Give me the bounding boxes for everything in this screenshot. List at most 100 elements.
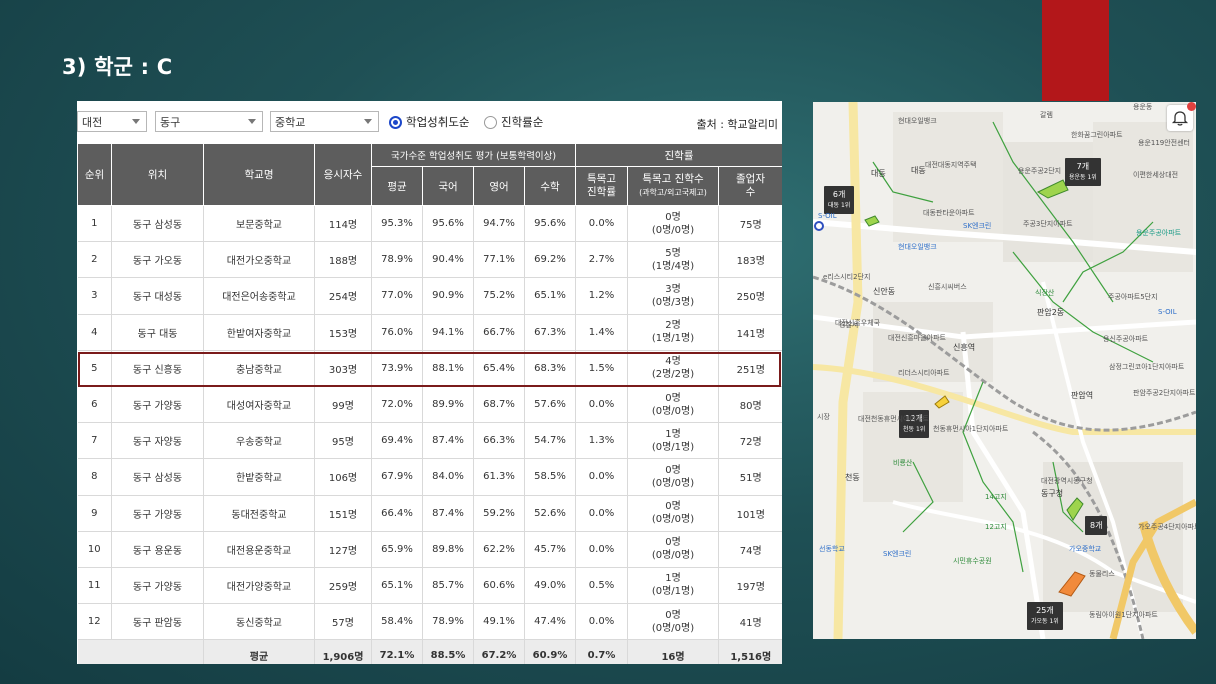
cell-korean: 95.6% bbox=[422, 205, 474, 243]
notification-bell-button[interactable] bbox=[1167, 102, 1196, 131]
cell-special-rate: 1.4% bbox=[575, 314, 628, 351]
cell-graduates: 51명 bbox=[718, 458, 782, 496]
map-badge-sub: 천동 1위 bbox=[903, 426, 926, 433]
cell-rank: 1 bbox=[77, 205, 112, 243]
header-graduates-line2: 수 bbox=[745, 186, 756, 198]
cell-korean: 87.4% bbox=[422, 422, 474, 460]
header-special-rate: 특목고 진학률 bbox=[575, 166, 628, 206]
cell-examinees: 95명 bbox=[314, 422, 372, 460]
radio-selected-icon bbox=[389, 115, 402, 129]
cell-math: 65.1% bbox=[524, 277, 576, 315]
cell-english: 60.6% bbox=[473, 567, 525, 605]
sort-radio-advance[interactable]: 진학률순 bbox=[484, 114, 543, 130]
map-label: 식장산 bbox=[1035, 289, 1055, 297]
cell-special-count: 5명 (1명/4명) bbox=[627, 241, 719, 279]
header-special-rate-line2: 진학률 bbox=[587, 186, 616, 198]
map-label: 현대오일뱅크 bbox=[898, 117, 937, 125]
cell-english: 75.2% bbox=[473, 277, 525, 315]
cell-english: 62.2% bbox=[473, 531, 525, 568]
filter-bar: 대전 동구 중학교 학업성취도순 진학률순 출처 : 학교알리미 bbox=[77, 101, 782, 141]
region-select[interactable]: 대전 bbox=[77, 111, 147, 132]
map-label: 대전광역시동구청 bbox=[1041, 477, 1093, 485]
cell-examinees: 153명 bbox=[314, 314, 372, 351]
cell-math: 69.2% bbox=[524, 241, 576, 279]
cell-rank: 2 bbox=[77, 241, 112, 279]
cell-korean: 94.1% bbox=[422, 314, 474, 351]
cell-examinees: 106명 bbox=[314, 458, 372, 496]
map-label: SK엔크린 bbox=[963, 222, 992, 230]
header-special-count-line2: (과학고/외고국제고) bbox=[639, 188, 707, 197]
chevron-down-icon bbox=[248, 119, 256, 124]
cell-examinees: 254명 bbox=[314, 277, 372, 315]
cell-special-count: 0명 (0명/0명) bbox=[627, 205, 719, 243]
map-label: 용운동 bbox=[1133, 103, 1153, 111]
cell-location: 동구 가오동 bbox=[111, 241, 204, 279]
cell-location: 동구 삼성동 bbox=[111, 458, 204, 496]
header-avg: 평균 bbox=[371, 166, 423, 206]
sort-radio-achievement[interactable]: 학업성취도순 bbox=[389, 114, 469, 130]
special-detail: (0명/3명) bbox=[651, 296, 695, 308]
cell-special-count: 2명 (1명/1명) bbox=[627, 314, 719, 351]
cell-special-count: 1명 (0명/1명) bbox=[627, 567, 719, 605]
avg-cell-examinees: 1,906명 bbox=[314, 639, 372, 664]
cell-location: 동구 용운동 bbox=[111, 531, 204, 568]
cell-rank: 9 bbox=[77, 495, 112, 532]
cell-examinees: 114명 bbox=[314, 205, 372, 243]
cell-school: 한밭중학교 bbox=[203, 458, 315, 496]
special-detail: (0명/0명) bbox=[651, 514, 695, 526]
cell-avg: 72.0% bbox=[371, 386, 423, 424]
cell-korean: 85.7% bbox=[422, 567, 474, 605]
map-label: 판암역 bbox=[1071, 391, 1094, 400]
special-total: 1명 bbox=[665, 573, 681, 585]
cell-school: 동대전중학교 bbox=[203, 495, 315, 532]
header-special-count: 특목고 진학수 (과학고/외고국제고) bbox=[627, 166, 719, 206]
cell-korean: 90.9% bbox=[422, 277, 474, 315]
cell-english: 68.7% bbox=[473, 386, 525, 424]
cell-math: 49.0% bbox=[524, 567, 576, 605]
header-advance-rate: 진학률 bbox=[574, 143, 782, 167]
map-badge-4[interactable]: 8개 bbox=[1085, 516, 1108, 535]
map-panel[interactable]: 6개 대동 1위 7개 용운동 1위 12개 천동 1위 8개 25개 가오동 … bbox=[813, 102, 1196, 639]
map-label: 12고지 bbox=[985, 523, 1007, 531]
map-label: 대전천동휴먼시아아파트 bbox=[858, 415, 929, 423]
table-row: 11 동구 가양동 대전가양중학교 259명 65.1% 85.7% 60.6% 49.0% 0… bbox=[77, 567, 782, 605]
special-total: 0명 bbox=[665, 392, 681, 404]
map-label: S-OIL bbox=[818, 212, 837, 220]
cell-korean: 90.4% bbox=[422, 241, 474, 279]
map-label: 천동휴먼시아1단지아파트 bbox=[933, 425, 1009, 433]
district-select[interactable]: 동구 bbox=[155, 111, 263, 132]
notification-dot-icon bbox=[1187, 102, 1196, 111]
avg-cell-special-rate: 0.7% bbox=[575, 639, 628, 664]
map-label: 대전대동지역주택 bbox=[925, 161, 977, 169]
cell-avg: 76.0% bbox=[371, 314, 423, 351]
map-label: 현대오일뱅크 bbox=[898, 243, 937, 251]
special-detail: (0명/0명) bbox=[651, 224, 695, 236]
cell-special-rate: 0.0% bbox=[575, 495, 628, 532]
cell-location: 동구 대성동 bbox=[111, 277, 204, 315]
map-badge-1[interactable]: 6개 대동 1위 bbox=[824, 186, 855, 214]
special-detail: (0명/1명) bbox=[651, 586, 695, 598]
special-detail: (0명/1명) bbox=[651, 441, 695, 453]
map-label: 동물리스 bbox=[1089, 570, 1115, 578]
map-badge-count: 7개 bbox=[1076, 162, 1090, 171]
cell-location: 동구 가양동 bbox=[111, 495, 204, 532]
cell-rank: 12 bbox=[77, 603, 112, 641]
cell-avg: 78.9% bbox=[371, 241, 423, 279]
cell-examinees: 127명 bbox=[314, 531, 372, 568]
map-label: 신흥역 bbox=[953, 343, 976, 352]
table-row: 12 동구 판암동 동신중학교 57명 58.4% 78.9% 49.1% 47.4% 0.0%… bbox=[77, 603, 782, 641]
map-label: 이편한세상대전 bbox=[1133, 171, 1179, 179]
avg-cell-math: 60.9% bbox=[524, 639, 576, 664]
cell-korean: 89.8% bbox=[422, 531, 474, 568]
map-label: 비룡산 bbox=[893, 459, 913, 467]
map-badge-2[interactable]: 7개 용운동 1위 bbox=[1065, 158, 1101, 186]
map-badge-sub: 가오동 1위 bbox=[1031, 618, 1059, 625]
map-label: 14고지 bbox=[985, 493, 1007, 501]
header-math: 수학 bbox=[524, 166, 576, 206]
school-level-select[interactable]: 중학교 bbox=[270, 111, 379, 132]
map-badge-5[interactable]: 25개 가오동 1위 bbox=[1027, 602, 1063, 630]
special-total: 0명 bbox=[665, 537, 681, 549]
cell-special-rate: 0.0% bbox=[575, 386, 628, 424]
map-label: 용신주공아파트 bbox=[1103, 335, 1149, 343]
cell-special-count: 3명 (0명/3명) bbox=[627, 277, 719, 315]
